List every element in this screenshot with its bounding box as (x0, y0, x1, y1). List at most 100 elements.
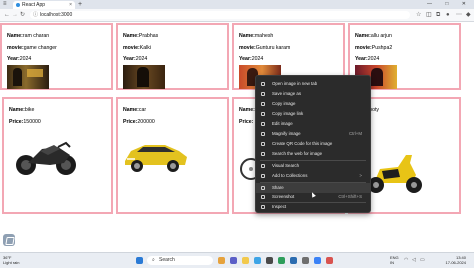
reload-icon[interactable]: ↻ (20, 11, 25, 19)
vehicle-name: car (138, 107, 147, 113)
tab-actions-icon[interactable]: ≡ (3, 0, 7, 9)
menu-edit-image[interactable]: Edit image (256, 119, 370, 129)
edge-icon[interactable] (254, 257, 261, 264)
vehicle-card: Name:bike Price:150000 (2, 97, 113, 214)
react-favicon-icon (16, 3, 20, 7)
tab-react-app[interactable]: React App × (13, 1, 75, 9)
menu-copy-image-link[interactable]: Copy image link (256, 109, 370, 119)
volume-icon[interactable]: ◁ (412, 256, 416, 264)
qr-code-icon (261, 142, 265, 146)
year-label: Year: (7, 56, 20, 62)
window-controls[interactable]: — □ ✕ (427, 0, 472, 9)
language-indicator[interactable]: ENG IN (390, 255, 399, 265)
menu-item-label: Magnify image (272, 131, 301, 136)
start-menu-icon[interactable] (136, 257, 143, 264)
menu-magnify-image[interactable]: Magnify image Ctrl+M (256, 129, 370, 139)
movie-year: 2024 (19, 56, 32, 62)
settings-more-icon[interactable]: ⋯ (456, 11, 462, 19)
split-screen-icon[interactable]: ◫ (426, 11, 432, 19)
profile-icon[interactable]: ● (446, 11, 450, 19)
search-icon: ⌕ (152, 257, 155, 263)
menu-item-label: Copy image (272, 101, 296, 106)
menu-item-label: Copy image link (272, 111, 304, 116)
movie-title: Pushpa2 (371, 45, 393, 51)
actor-name: mahesh (254, 33, 274, 39)
tab-close-icon[interactable]: × (69, 1, 72, 9)
battery-icon[interactable]: ▭ (420, 256, 425, 264)
browser-tab-bar: ≡ React App × + — □ ✕ (0, 0, 474, 9)
app-icon[interactable] (302, 257, 309, 264)
collections-icon (261, 174, 265, 178)
forward-arrow-icon[interactable]: → (12, 11, 18, 19)
actor-name: Prabhas (138, 33, 159, 39)
menu-item-label: Add to Collections (272, 173, 308, 178)
name-label: Name: (7, 33, 23, 39)
name-label: Name: (9, 107, 25, 113)
scooter-image[interactable] (364, 149, 424, 195)
widgets-icon[interactable] (218, 257, 225, 264)
movie-title: Gunturu karam (255, 45, 291, 51)
actor-name: allu arjun (370, 33, 392, 39)
floating-app-icon[interactable] (3, 234, 15, 246)
name-label: Name: (239, 33, 255, 39)
address-input[interactable]: ⓘ localhost:3000 (30, 11, 410, 19)
vehicle-card: Name:car Price:200000 (116, 97, 229, 214)
name-label: Name: (123, 33, 139, 39)
vehicle-name: bike (24, 107, 35, 113)
back-arrow-icon[interactable]: ← (4, 11, 10, 19)
vscode-icon[interactable] (290, 257, 297, 264)
wifi-icon[interactable]: ◠ (404, 256, 408, 264)
menu-item-label: Screenshot (272, 194, 295, 199)
app-icon[interactable] (326, 257, 333, 264)
teams-icon[interactable] (230, 257, 237, 264)
edit-icon (261, 122, 265, 126)
collections-icon[interactable]: ⧉ (436, 11, 440, 19)
price-label: Price: (9, 119, 24, 125)
weather-widget[interactable]: 36°F Light rain (3, 255, 19, 265)
menu-open-image-new-tab[interactable]: Open image in new tab (256, 79, 370, 89)
car-image[interactable] (121, 137, 189, 173)
app-icon[interactable] (314, 257, 321, 264)
movie-year: 2024 (367, 56, 380, 62)
system-clock[interactable]: 13:40 17-06-2024 (446, 255, 466, 265)
taskbar-search-box[interactable]: ⌕ Search (147, 256, 213, 265)
year-label: Year: (239, 56, 252, 62)
link-icon (261, 112, 265, 116)
info-icon[interactable]: ⓘ (33, 11, 38, 19)
copy-icon (261, 102, 265, 106)
visual-search-icon (261, 164, 265, 168)
search-icon (261, 152, 265, 156)
menu-search-web-for-image[interactable]: Search the web for image (256, 149, 370, 159)
menu-item-label: Inspect (272, 204, 287, 209)
new-tab-button[interactable]: + (78, 0, 82, 9)
vehicle-price: 200000 (137, 119, 155, 125)
share-icon (261, 186, 265, 190)
menu-add-to-collections[interactable]: Add to Collections > (256, 171, 370, 181)
address-url: localhost:3000 (40, 12, 73, 18)
submenu-chevron-icon: > (359, 173, 362, 178)
inspect-icon (261, 205, 265, 209)
menu-create-qr-code[interactable]: Create QR Code for this image (256, 139, 370, 149)
menu-copy-image[interactable]: Copy image (256, 99, 370, 109)
store-icon[interactable] (266, 257, 273, 264)
vehicle-price: 150000 (23, 119, 41, 125)
menu-item-label: Open image in new tab (272, 81, 318, 86)
movie-card: Name:Prabhas movie:Kalki Year:2024 (116, 23, 229, 90)
price-label: Price: (239, 119, 254, 125)
favorites-icon[interactable]: ☆ (416, 11, 421, 19)
actor-name: ram charan (22, 33, 50, 39)
movie-poster-image[interactable] (7, 65, 49, 89)
search-label: Search (159, 257, 175, 263)
file-explorer-icon[interactable] (242, 257, 249, 264)
motorbike-image[interactable] (14, 137, 79, 177)
save-icon (261, 92, 265, 96)
menu-save-image-as[interactable]: Save image as (256, 89, 370, 99)
copilot-icon[interactable]: ◆ (466, 11, 471, 19)
app-icon[interactable] (278, 257, 285, 264)
menu-item-label: Visual Search (272, 163, 300, 168)
menu-visual-search[interactable]: Visual Search (256, 161, 370, 171)
movie-year: 2024 (135, 56, 148, 62)
movie-poster-image[interactable] (123, 65, 165, 89)
menu-item-label: Edit image (272, 121, 293, 126)
menu-inspect[interactable]: Inspect (256, 202, 370, 212)
